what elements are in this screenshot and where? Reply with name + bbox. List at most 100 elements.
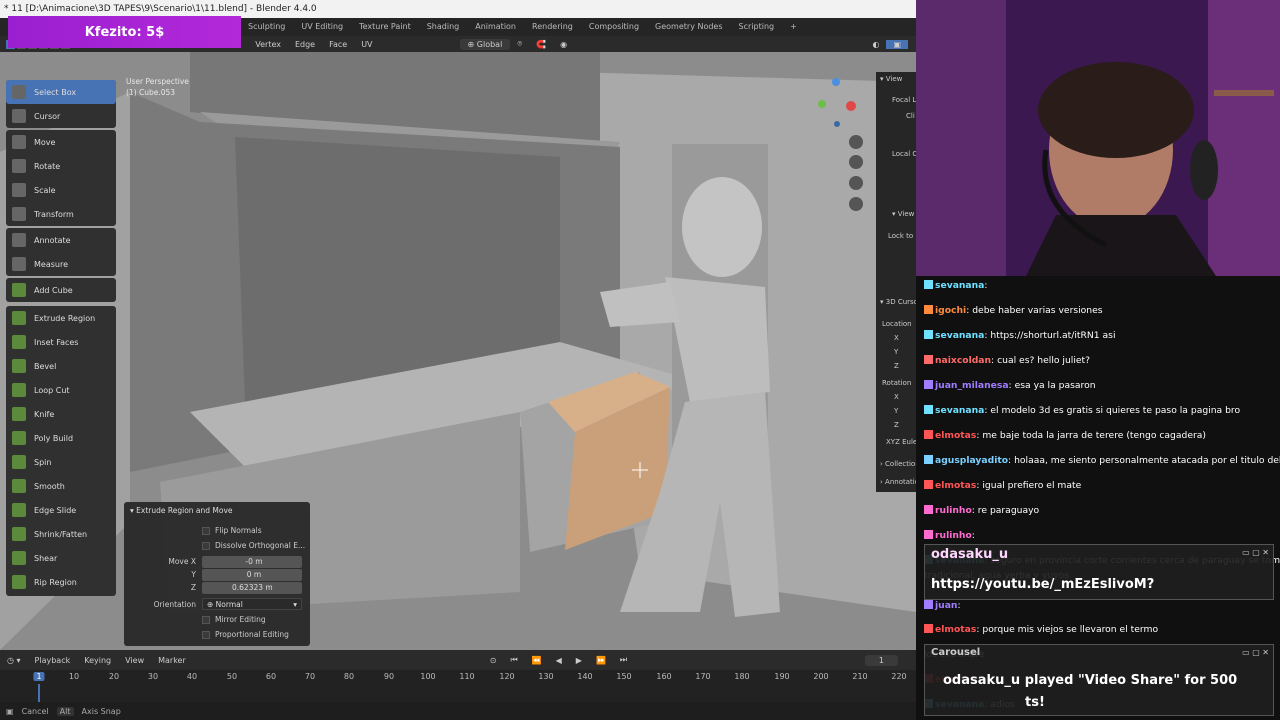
overlay-url[interactable]: https://youtu.be/_mEzEslivoM?	[931, 577, 1154, 592]
move-y-field[interactable]: 0 m	[202, 569, 302, 581]
chat-username[interactable]: elmotas	[935, 624, 976, 635]
tool-rip-region[interactable]: Rip Region	[6, 570, 116, 594]
menu-vertex[interactable]: Vertex	[248, 40, 288, 49]
play-icon[interactable]: ▶	[569, 656, 589, 665]
chat-username[interactable]: elmotas	[935, 480, 976, 491]
tool-extrude-region[interactable]: Extrude Region	[6, 306, 116, 330]
chat-username[interactable]: sevanana	[935, 280, 984, 291]
cursor-y-label: Y	[894, 348, 899, 356]
tool-bevel[interactable]: Bevel	[6, 354, 116, 378]
chat-username[interactable]: naixcoldan	[935, 355, 991, 366]
chat-username[interactable]: agusplayadito	[935, 455, 1008, 466]
tool-loop-cut[interactable]: Loop Cut	[6, 378, 116, 402]
pan-icon[interactable]	[849, 155, 863, 169]
tool-inset-faces[interactable]: Inset Faces	[6, 330, 116, 354]
rotation-mode-dropdown[interactable]: XYZ Euler	[886, 438, 920, 446]
chat-username[interactable]: sevanana	[935, 330, 984, 341]
tab-rendering[interactable]: Rendering	[524, 18, 581, 36]
chat-badge-icon	[924, 305, 933, 314]
tab-compositing[interactable]: Compositing	[581, 18, 647, 36]
zoom-icon[interactable]	[849, 135, 863, 149]
tool-scale[interactable]: Scale	[6, 178, 116, 202]
transform-orientation-dropdown[interactable]: ⊕ Global	[459, 38, 511, 50]
wall-left	[916, 0, 1006, 276]
tab-texture-paint[interactable]: Texture Paint	[351, 18, 419, 36]
operator-panel-header[interactable]: ▾ Extrude Region and Move	[130, 506, 233, 515]
menu-marker[interactable]: Marker	[151, 656, 193, 665]
gizmo-x-icon[interactable]	[846, 101, 856, 111]
jump-start-icon[interactable]: ⏮	[503, 655, 524, 665]
window-controls-icon[interactable]: ▭ ▢ ✕	[1242, 548, 1269, 557]
tool-rotate[interactable]: Rotate	[6, 154, 116, 178]
tool-knife[interactable]: Knife	[6, 402, 116, 426]
move-z-field[interactable]: 0.62323 m	[202, 582, 302, 594]
tool-select-box[interactable]: Select Box	[6, 80, 116, 104]
menu-view[interactable]: View	[118, 656, 151, 665]
tool-add-cube[interactable]: Add Cube	[6, 278, 116, 302]
jump-end-icon[interactable]: ⏭	[613, 655, 634, 665]
clock-icon[interactable]: ◷ ▾	[0, 656, 28, 665]
prev-key-icon[interactable]: ⏪	[525, 656, 549, 665]
dissolve-checkbox[interactable]: Dissolve Orthogonal E...	[202, 541, 305, 550]
tab-scripting[interactable]: Scripting	[731, 18, 783, 36]
collection-section-header[interactable]: › Collection	[880, 460, 920, 468]
chat-message: elmotas: me baje toda la jarra de terere…	[924, 430, 1206, 442]
tool-edge-slide[interactable]: Edge Slide	[6, 498, 116, 522]
tool-label: Annotate	[34, 235, 71, 245]
view-section-header[interactable]: ▾ View	[880, 75, 902, 83]
tool-move[interactable]: Move	[6, 130, 116, 154]
tool-shrink-fatten[interactable]: Shrink/Fatten	[6, 522, 116, 546]
play-reverse-icon[interactable]: ◀	[549, 656, 569, 665]
tool-measure[interactable]: Measure	[6, 252, 116, 276]
ortho-toggle-icon[interactable]	[849, 197, 863, 211]
chat-username[interactable]: juan_milanesa	[935, 380, 1009, 391]
3d-cursor-section-header[interactable]: ▾ 3D Cursor	[880, 298, 921, 306]
move-x-field[interactable]: -0 m	[202, 556, 302, 568]
add-workspace-button[interactable]: +	[782, 18, 805, 36]
menu-playback[interactable]: Playback	[28, 656, 78, 665]
current-frame-field[interactable]: 1	[864, 654, 898, 666]
gizmo-z-icon[interactable]	[832, 78, 840, 86]
menu-uv[interactable]: UV	[354, 40, 379, 49]
tool-transform[interactable]: Transform	[6, 202, 116, 226]
chat-username[interactable]: igochi	[935, 305, 966, 316]
pivot-icon[interactable]: ⌾	[510, 39, 529, 49]
menu-keying[interactable]: Keying	[77, 656, 118, 665]
menu-face[interactable]: Face	[322, 40, 354, 49]
chat-username[interactable]: elmotas	[935, 430, 976, 441]
tab-geometry-nodes[interactable]: Geometry Nodes	[647, 18, 730, 36]
tool-smooth[interactable]: Smooth	[6, 474, 116, 498]
view-lock-section-header[interactable]: ▾ View	[892, 210, 914, 218]
tab-animation[interactable]: Animation	[467, 18, 524, 36]
proportional-icon[interactable]: ◉	[553, 40, 574, 49]
proportional-editing-checkbox[interactable]: Proportional Editing	[202, 630, 289, 639]
tool-poly-build[interactable]: Poly Build	[6, 426, 116, 450]
orientation-dropdown[interactable]: ⊕ Normal ▾	[202, 598, 302, 610]
playhead[interactable]	[38, 684, 40, 702]
menu-edge[interactable]: Edge	[288, 40, 322, 49]
tool-annotate[interactable]: Annotate	[6, 228, 116, 252]
camera-view-icon[interactable]	[849, 176, 863, 190]
tool-shear[interactable]: Shear	[6, 546, 116, 570]
chat-username[interactable]: juan	[935, 600, 957, 611]
snap-icon[interactable]: 🧲	[529, 40, 553, 49]
chat-username[interactable]: sevanana	[935, 405, 984, 416]
tab-shading[interactable]: Shading	[419, 18, 468, 36]
flip-normals-checkbox[interactable]: Flip Normals	[202, 526, 262, 535]
tab-uv-editing[interactable]: UV Editing	[293, 18, 351, 36]
timeline-ruler[interactable]: 1 10 20 30 40 50 60 70 80 90 100 110 120…	[0, 670, 916, 702]
gizmo-y-icon[interactable]	[818, 100, 826, 108]
next-key-icon[interactable]: ⏩	[589, 656, 613, 665]
chat-username[interactable]: rulinho	[935, 530, 972, 541]
tab-sculpting[interactable]: Sculpting	[240, 18, 293, 36]
xray-icon[interactable]: ▣	[886, 39, 908, 49]
overlay-icon[interactable]: ◐	[865, 40, 886, 49]
tool-spin[interactable]: Spin	[6, 450, 116, 474]
tool-cursor[interactable]: Cursor	[6, 104, 116, 128]
chat-username[interactable]: rulinho	[935, 505, 972, 516]
autokey-icon[interactable]: ⊙	[483, 656, 504, 665]
mirror-editing-checkbox[interactable]: Mirror Editing	[202, 615, 266, 624]
gizmo-neg-z-icon[interactable]	[834, 121, 840, 127]
window-controls-icon[interactable]: ▭ ▢ ✕	[1242, 648, 1269, 657]
tool-label: Poly Build	[34, 433, 74, 443]
